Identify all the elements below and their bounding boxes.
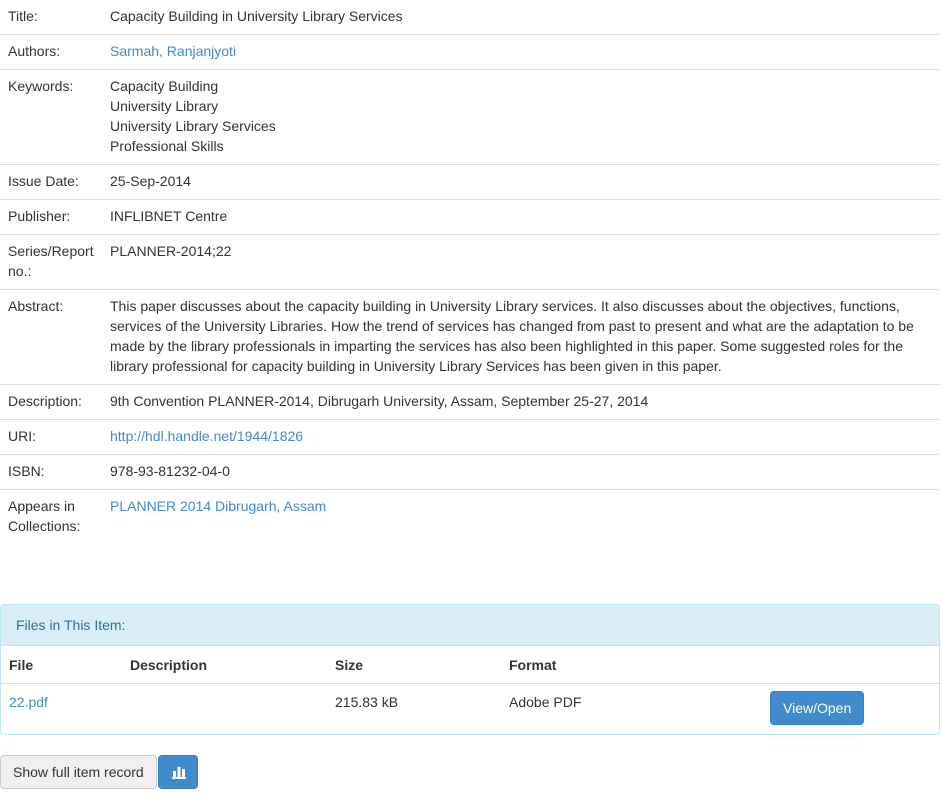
authors-label: Authors:: [0, 34, 102, 70]
series-label: Series/Report no.:: [0, 234, 102, 290]
item-actions: Show full item record: [0, 755, 198, 789]
metadata-row-series: Series/Report no.: PLANNER-2014;22: [0, 234, 940, 290]
isbn-value: 978-93-81232-04-0: [102, 454, 940, 490]
collections-label: Appears in Collections:: [0, 489, 102, 544]
keyword: University Library: [110, 98, 219, 114]
publisher-value: INFLIBNET Centre: [102, 199, 940, 235]
column-header-action: [762, 646, 939, 684]
metadata-row-publisher: Publisher: INFLIBNET Centre: [0, 199, 940, 235]
series-label-line: no.:: [8, 263, 32, 279]
metadata-row-uri: URI: http://hdl.handle.net/1944/1826: [0, 419, 940, 455]
title-value: Capacity Building in University Library …: [110, 8, 403, 24]
publisher-label: Publisher:: [0, 199, 102, 235]
column-header-file: File: [1, 646, 122, 684]
keywords-list: Capacity Building University Library Uni…: [102, 69, 940, 165]
metadata-row-keywords: Keywords: Capacity Building University L…: [0, 69, 940, 165]
keyword: Professional Skills: [110, 138, 224, 154]
files-table: File Description Size Format 22.pdf 215.…: [1, 646, 939, 732]
collection-link[interactable]: PLANNER 2014 Dibrugarh, Assam: [110, 498, 326, 514]
column-header-size: Size: [327, 646, 501, 684]
column-header-description: Description: [122, 646, 327, 684]
files-table-header: File Description Size Format: [1, 646, 939, 684]
table-row: 22.pdf 215.83 kB Adobe PDF View/Open: [1, 684, 939, 732]
item-metadata-table: Title: Capacity Building in University L…: [0, 0, 940, 544]
series-value: PLANNER-2014;22: [102, 234, 940, 290]
file-format: Adobe PDF: [509, 694, 582, 710]
files-panel-heading: Files in This Item:: [1, 605, 939, 646]
abstract-label: Abstract:: [0, 289, 102, 385]
abstract-value: This paper discusses about the capacity …: [102, 289, 940, 385]
file-size: 215.83 kB: [335, 694, 399, 710]
uri-label: URI:: [0, 419, 102, 455]
series-label-line: Series/Report: [8, 243, 94, 259]
column-header-format: Format: [501, 646, 762, 684]
view-open-button[interactable]: View/Open: [770, 691, 865, 725]
keyword: Capacity Building: [110, 78, 219, 94]
keyword: University Library Services: [110, 118, 276, 134]
issue-date-label: Issue Date:: [0, 164, 102, 200]
isbn-label: ISBN:: [0, 454, 102, 490]
uri-link[interactable]: http://hdl.handle.net/1944/1826: [110, 428, 303, 444]
description-label: Description:: [0, 384, 102, 420]
collections-label-line: Collections:: [8, 518, 81, 534]
author-link[interactable]: Sarmah, Ranjanjyoti: [110, 43, 236, 59]
collections-label-line: Appears in: [8, 498, 75, 514]
metadata-row-isbn: ISBN: 978-93-81232-04-0: [0, 454, 940, 490]
metadata-row-authors: Authors: Sarmah, Ranjanjyoti: [0, 34, 940, 70]
file-description: [122, 684, 327, 732]
files-panel: Files in This Item: File Description Siz…: [0, 604, 940, 735]
metadata-row-abstract: Abstract: This paper discusses about the…: [0, 289, 940, 385]
show-full-record-button[interactable]: Show full item record: [0, 755, 157, 789]
metadata-row-collections: Appears in Collections: PLANNER 2014 Dib…: [0, 489, 940, 544]
keywords-label: Keywords:: [0, 69, 102, 165]
issue-date-value: 25-Sep-2014: [102, 164, 940, 200]
title-label: Title:: [8, 8, 38, 24]
file-link[interactable]: 22.pdf: [9, 694, 48, 710]
metadata-row-issue-date: Issue Date: 25-Sep-2014: [0, 164, 940, 200]
metadata-row-description: Description: 9th Convention PLANNER-2014…: [0, 384, 940, 420]
description-value: 9th Convention PLANNER-2014, Dibrugarh U…: [102, 384, 940, 420]
bar-chart-icon: [171, 767, 186, 779]
statistics-button[interactable]: [157, 755, 198, 789]
metadata-row-title: Title: Capacity Building in University L…: [0, 0, 940, 35]
